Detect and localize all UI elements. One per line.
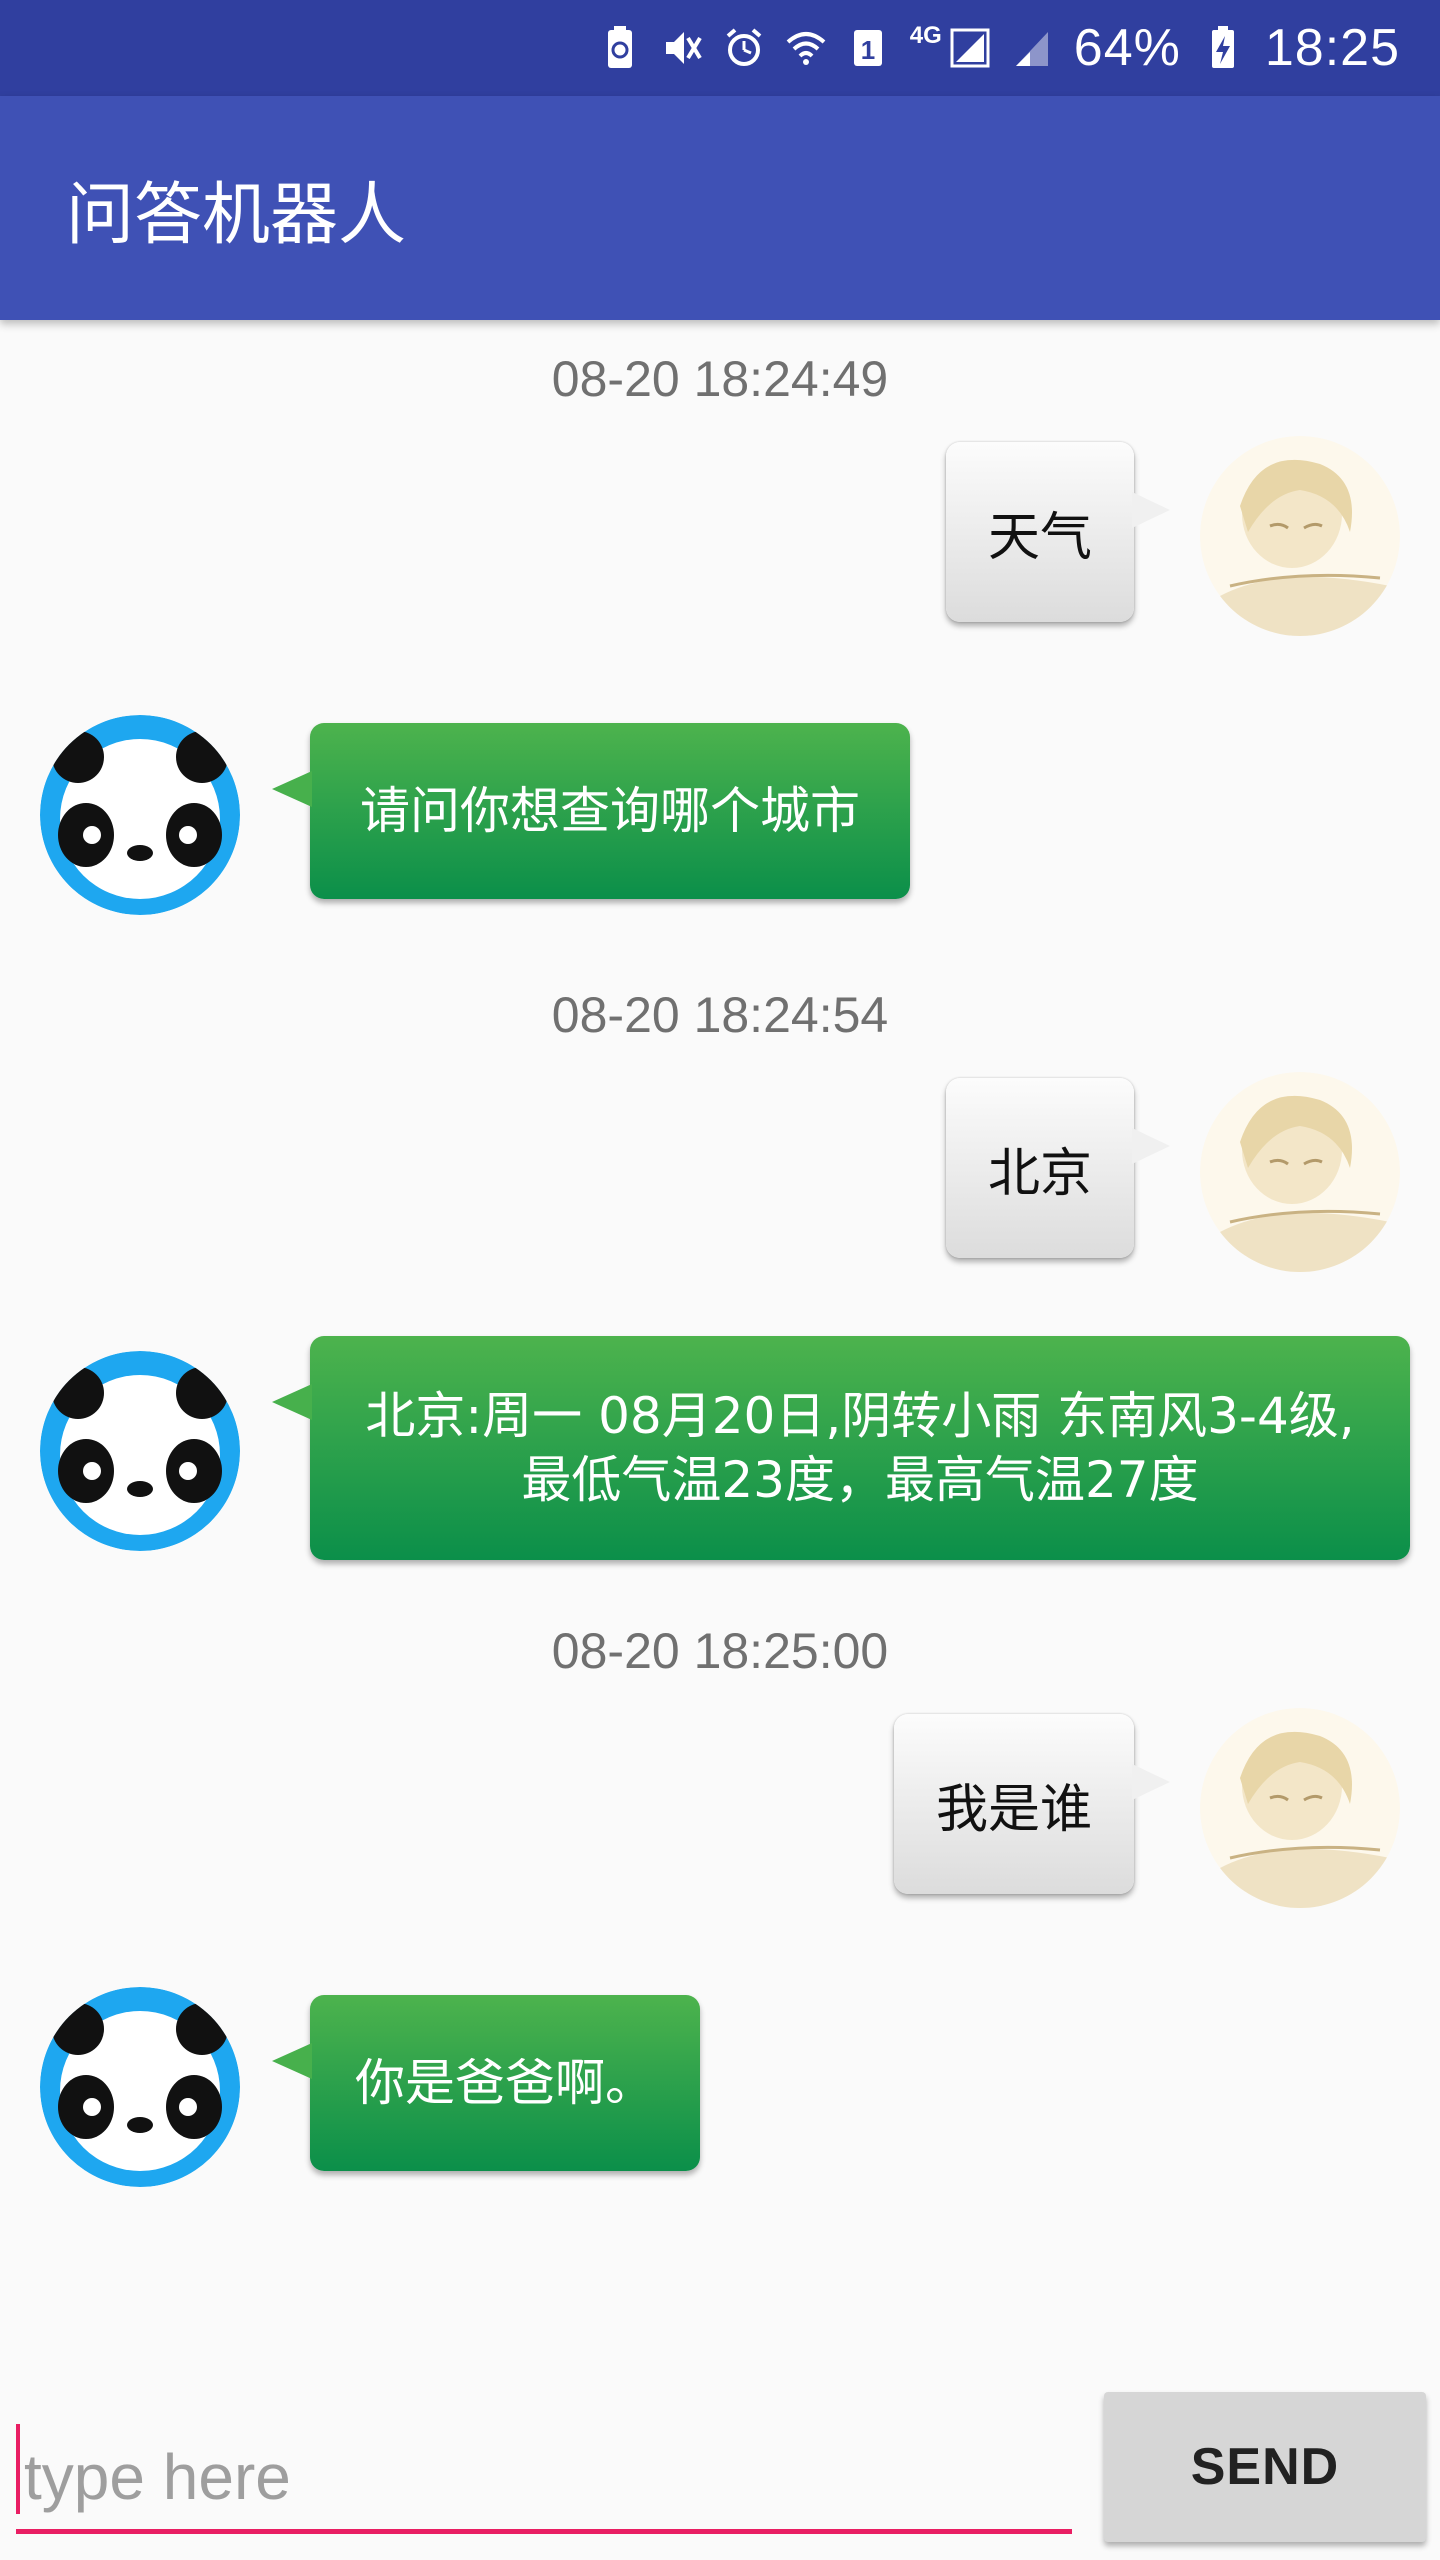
message-timestamp: 08-20 18:25:00: [551, 1623, 889, 1679]
message-timestamp: 08-20 18:24:54: [551, 987, 889, 1043]
sim-icon: 1: [848, 24, 888, 72]
bot-message-bubble[interactable]: 请问你想查询哪个城市: [272, 723, 910, 899]
input-bar: SEND: [0, 2370, 1440, 2560]
user-avatar[interactable]: [1200, 436, 1400, 636]
bot-avatar[interactable]: [40, 1987, 240, 2187]
send-button[interactable]: SEND: [1104, 2392, 1426, 2542]
signal-weak-icon: [1012, 24, 1052, 72]
user-message-bubble[interactable]: 天气: [946, 442, 1170, 622]
bot-message-text: 请问你想查询哪个城市: [360, 782, 860, 840]
user-message-bubble[interactable]: 我是谁: [894, 1714, 1170, 1894]
bot-message-bubble[interactable]: 北京:周一 08月20日,阴转小雨 东南风3-4级, 最低气温23度，最高气温2…: [272, 1336, 1410, 1560]
battery-saver-icon: [600, 24, 640, 72]
bot-message-bubble[interactable]: 你是爸爸啊。: [272, 1995, 700, 2171]
message-input[interactable]: [16, 2424, 1072, 2534]
battery-percentage: 64%: [1073, 19, 1181, 77]
mute-icon: [662, 24, 702, 72]
bot-avatar[interactable]: [40, 715, 240, 915]
wifi-icon: [786, 24, 826, 72]
bot-message-line: 北京:周一 08月20日,阴转小雨 东南风3-4级,: [365, 1387, 1355, 1445]
battery-charging-icon: [1203, 24, 1243, 72]
user-message-text: 北京: [987, 1143, 1092, 1204]
user-message-text: 天气: [987, 507, 1092, 568]
user-message-text: 我是谁: [935, 1779, 1092, 1840]
signal-icon: [950, 24, 990, 72]
status-bar: 1 4G 64% 18:25: [0, 0, 1440, 96]
message-timestamp: 08-20 18:24:49: [551, 351, 889, 407]
app-bar: 问答机器人: [0, 96, 1440, 320]
bot-avatar[interactable]: [40, 1351, 240, 1551]
alarm-icon: [724, 24, 764, 72]
app-title: 问答机器人: [66, 175, 407, 255]
user-message-bubble[interactable]: 北京: [946, 1078, 1170, 1258]
user-avatar[interactable]: [1200, 1072, 1400, 1272]
bot-message-text: 你是爸爸啊。: [355, 2054, 655, 2112]
svg-text:1: 1: [861, 35, 875, 65]
network-type: 4G: [909, 22, 942, 49]
user-avatar[interactable]: [1200, 1708, 1400, 1908]
clock: 18:25: [1264, 19, 1400, 77]
bot-message-line: 最低气温23度，最高气温27度: [521, 1451, 1199, 1509]
chat-list[interactable]: 08-20 18:24:49 天气 请问你想查询哪个城市 08-20 18:24…: [0, 320, 1440, 2370]
text-cursor: [16, 2424, 20, 2514]
